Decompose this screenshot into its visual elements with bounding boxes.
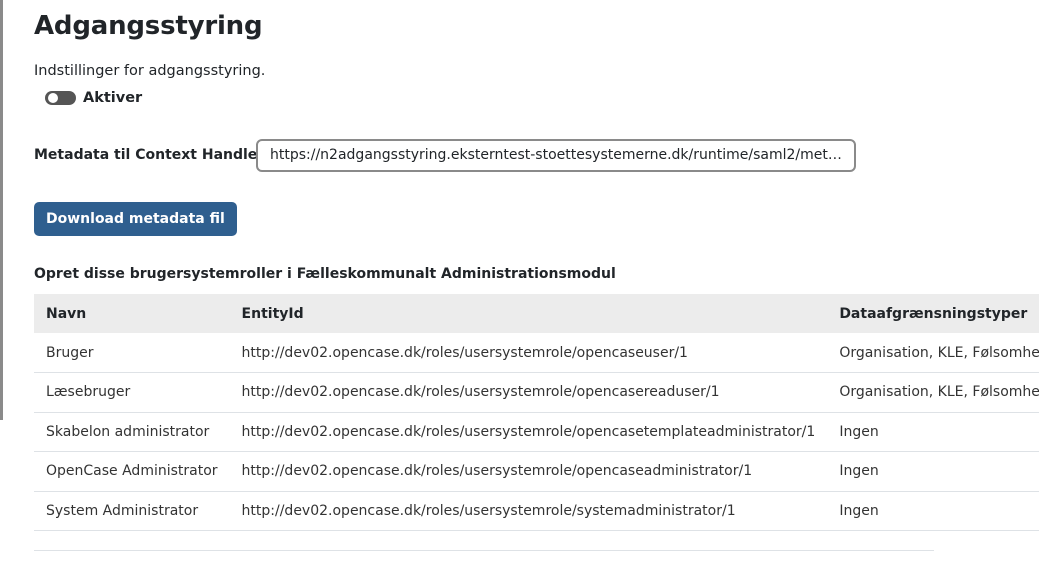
- role-entityid: http://dev02.opencase.dk/roles/usersyste…: [229, 412, 828, 452]
- table-row: System Administrator http://dev02.openca…: [34, 491, 1039, 531]
- scroll-edge: [0, 0, 3, 420]
- role-data-types: Ingen: [827, 412, 1039, 452]
- role-entityid: http://dev02.opencase.dk/roles/usersyste…: [229, 451, 828, 492]
- metadata-url-field[interactable]: https://n2adgangsstyring.eksterntest-sto…: [256, 139, 856, 172]
- table-header-row: Navn EntityId Dataafgrænsningstyper: [34, 294, 1039, 333]
- role-data-types: Ingen: [827, 451, 1039, 492]
- role-data-types: Ingen: [827, 491, 1039, 531]
- table-row: OpenCase Administrator http://dev02.open…: [34, 451, 1039, 492]
- roles-table: Navn EntityId Dataafgrænsningstyper Brug…: [34, 294, 1039, 531]
- role-name: OpenCase Administrator: [34, 451, 230, 492]
- role-name: Skabelon administrator: [34, 412, 230, 452]
- activate-toggle[interactable]: [45, 91, 76, 105]
- role-data-types: Organisation, KLE, Følsomhed: [827, 333, 1039, 373]
- activate-toggle-label: Aktiver: [83, 90, 143, 106]
- page-subtitle: Indstillinger for adgangsstyring.: [34, 63, 266, 79]
- role-name: Bruger: [34, 333, 230, 373]
- table-row: Bruger http://dev02.opencase.dk/roles/us…: [34, 333, 1039, 373]
- table-row: Læsebruger http://dev02.opencase.dk/role…: [34, 372, 1039, 413]
- role-entityid: http://dev02.opencase.dk/roles/usersyste…: [229, 372, 828, 413]
- column-header-name: Navn: [46, 305, 87, 322]
- download-metadata-button[interactable]: Download metadata fil: [34, 202, 237, 236]
- divider: [34, 550, 934, 551]
- role-entityid: http://dev02.opencase.dk/roles/usersyste…: [229, 491, 828, 531]
- column-header-entityid: EntityId: [241, 305, 304, 322]
- role-data-types: Organisation, KLE, Følsomhed: [827, 372, 1039, 413]
- role-name: Læsebruger: [34, 372, 230, 413]
- toggle-knob: [48, 93, 58, 103]
- column-header-data-types: Dataafgrænsningstyper: [839, 305, 1028, 322]
- table-row: Skabelon administrator http://dev02.open…: [34, 412, 1039, 452]
- page-title: Adgangsstyring: [34, 11, 263, 41]
- activate-toggle-row[interactable]: Aktiver: [45, 90, 142, 106]
- role-entityid: http://dev02.opencase.dk/roles/usersyste…: [229, 333, 828, 373]
- metadata-label: Metadata til Context Handler: [34, 147, 265, 163]
- roles-section-title: Opret disse brugersystemroller i Fællesk…: [34, 266, 616, 282]
- role-name: System Administrator: [34, 491, 230, 531]
